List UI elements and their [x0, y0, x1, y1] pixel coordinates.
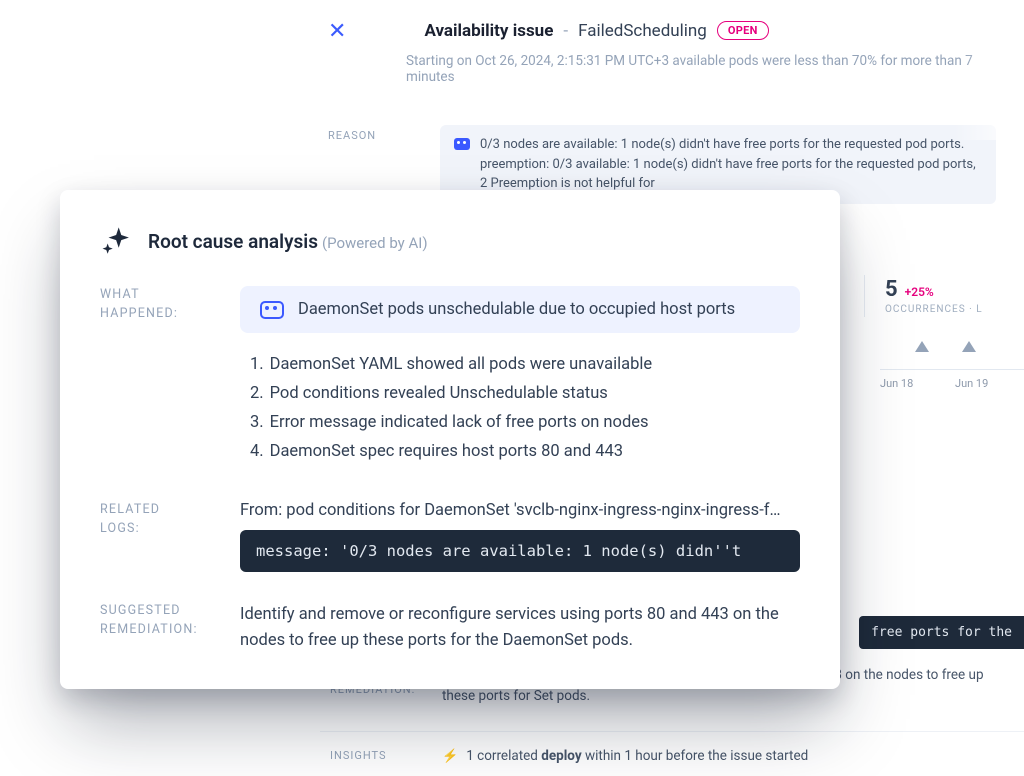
- occurrences-value: 5: [885, 277, 898, 302]
- rca-title: Root cause analysis: [148, 230, 318, 253]
- bolt-icon: ⚡: [442, 749, 458, 764]
- issue-title-strong: Availability issue: [424, 21, 553, 41]
- rca-powered-by: (Powered by AI): [322, 234, 428, 252]
- issue-title-sep: -: [563, 21, 568, 41]
- issue-subtitle: Starting on Oct 26, 2024, 2:15:31 PM UTC…: [406, 53, 996, 85]
- issue-header: ✕ Availability issue - FailedScheduling …: [300, 18, 1024, 85]
- related-logs-label: RELATED LOGS:: [100, 501, 240, 572]
- rca-summary-robot-icon: [260, 301, 284, 319]
- timeline-label: Jun 19: [955, 377, 988, 390]
- logs-code-block: message: '0/3 nodes are available: 1 nod…: [240, 530, 800, 572]
- rca-summary-box: DaemonSet pods unschedulable due to occu…: [240, 286, 800, 333]
- what-happened-label: WHAT HAPPENED:: [100, 286, 240, 471]
- list-item: 4.DaemonSet spec requires host ports 80 …: [240, 442, 800, 461]
- reason-robot-icon: [454, 138, 470, 150]
- timeline-marker-icon: [915, 341, 929, 352]
- suggested-remediation-text: Identify and remove or reconfigure servi…: [240, 602, 800, 653]
- insights-label: INSIGHTS: [330, 746, 442, 767]
- issue-title-rest: FailedScheduling: [578, 21, 707, 41]
- status-badge: OPEN: [717, 21, 769, 40]
- suggested-remediation-label: SUGGESTED REMEDIATION:: [100, 602, 240, 653]
- timeline-marker-icon: [962, 341, 976, 352]
- reason-text: 0/3 nodes are available: 1 node(s) didn'…: [480, 135, 982, 194]
- insights-text: ⚡1 correlated deploy within 1 hour befor…: [442, 746, 1014, 767]
- rca-summary-text: DaemonSet pods unschedulable due to occu…: [298, 300, 735, 319]
- occurrences-stat: 5 +25% OCCURRENCES · L: [864, 275, 1024, 317]
- sparkle-icon: [100, 224, 134, 258]
- rca-steps-list: 1.DaemonSet YAML showed all pods were un…: [240, 355, 800, 461]
- rca-card: Root cause analysis (Powered by AI) WHAT…: [60, 190, 840, 689]
- occurrences-delta: +25%: [905, 285, 934, 299]
- occurrences-label: OCCURRENCES · L: [885, 304, 1024, 315]
- timeline-axis: Jun 18 Jun 19: [880, 335, 1024, 395]
- log-code-snippet-right: free ports for the: [859, 616, 1024, 649]
- list-item: 2.Pod conditions revealed Unschedulable …: [240, 384, 800, 403]
- close-icon[interactable]: ✕: [328, 18, 346, 43]
- list-item: 1.DaemonSet YAML showed all pods were un…: [240, 355, 800, 374]
- logs-from-line: From: pod conditions for DaemonSet 'svcl…: [240, 501, 800, 520]
- timeline-label: Jun 18: [880, 377, 913, 390]
- list-item: 3.Error message indicated lack of free p…: [240, 413, 800, 432]
